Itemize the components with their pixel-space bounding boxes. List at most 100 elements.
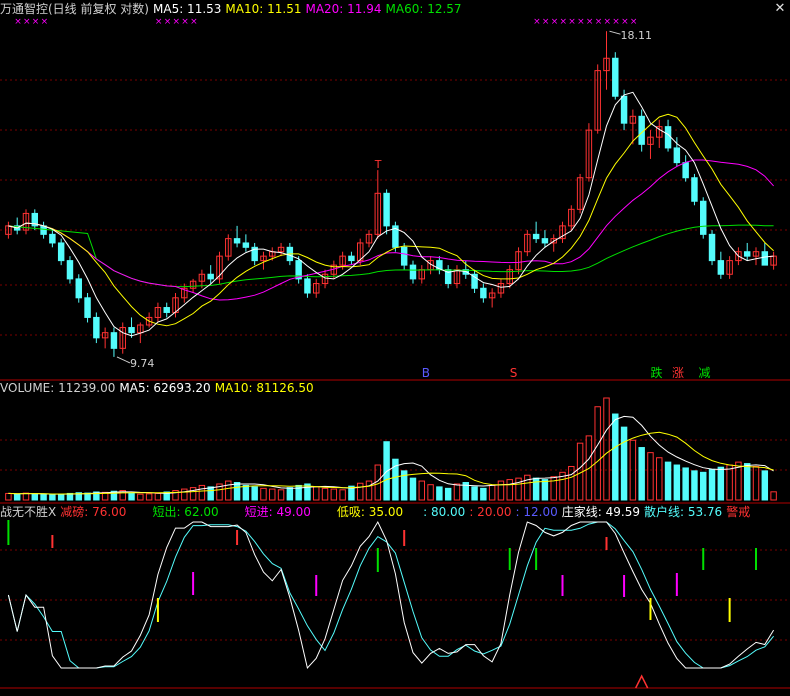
volume-bar [568,465,575,501]
stock-chart[interactable]: 18.119.74T× × × × × × × × × × × × × × × × × × × × ×跌涨减SB [0,0,790,696]
volume-bar [691,470,698,501]
signal-x-mark: × [181,17,189,27]
volume-bar [13,493,21,501]
volume-bar [656,457,663,501]
candle [717,260,725,275]
volume-bar [717,466,725,501]
volume-bar [664,461,672,501]
signal-x-mark: × [155,17,163,27]
volume-bar [418,480,426,501]
signal-x-mark: × [621,17,629,27]
volume-bar [673,464,681,501]
volume-bar [497,480,505,501]
volume-bar [40,493,47,501]
low-price-label: 9.74 [130,357,155,370]
volume-bar [207,486,214,501]
bottom-marker [634,674,649,689]
volume-ma5-line [8,415,774,495]
volume-bar [356,482,364,501]
signal-x-mark: × [190,17,198,27]
volume-bar [541,479,549,501]
signal-x-mark: × [612,17,620,27]
volume-bar [682,467,689,501]
signal-x-mark: × [14,17,22,27]
low-pointer [116,356,131,364]
candle [242,242,250,248]
volume-bar [752,465,760,501]
high-price-label: 18.11 [620,29,652,42]
volume-bar [436,486,443,501]
signal-b: B [422,366,430,380]
volume-bar [313,486,320,501]
volume-bar [603,397,610,501]
volume-bar [233,482,241,501]
volume-bar [612,413,619,501]
candle [532,233,540,240]
signal-die: 跌 [650,365,662,380]
t-marker: T [374,158,382,171]
candle [700,200,707,235]
candle [75,278,82,299]
volume-bar [620,426,628,501]
high-pointer [609,30,621,35]
candle [743,251,751,257]
candle [233,238,241,244]
signal-x-mark: × [542,17,550,27]
signal-x-mark: × [533,17,541,27]
candle [57,242,65,262]
volume-bar [225,480,232,501]
candle [163,307,170,313]
signal-x-mark: × [41,17,49,27]
dealer-line [7,520,775,670]
signal-x-mark: × [551,17,559,27]
volume-bar [506,479,513,501]
signal-x-mark: × [603,17,611,27]
candle [761,251,769,266]
volume-bar [242,484,250,501]
candle [480,287,487,299]
volume-bar [128,492,135,501]
ma5-line [8,91,774,337]
volume-bar [647,452,654,501]
signal-x-mark: × [164,17,172,27]
candle [708,233,716,262]
signal-x-mark: × [560,17,568,27]
candle [383,192,390,227]
volume-bar [5,492,12,501]
candle [682,162,689,179]
volume-bar [154,492,162,501]
candle [348,255,355,262]
volume-bar [49,494,56,501]
candle [110,332,118,349]
candle [93,316,100,339]
volume-bar [471,486,478,501]
volume-bar [700,471,707,501]
signal-s: S [510,366,518,380]
volume-bar [480,487,487,501]
candle [207,273,214,280]
volume-bar [427,484,434,501]
volume-bar [524,474,531,501]
volume-bar [453,483,461,501]
volume-bar [761,470,769,501]
volume-bar [770,491,777,501]
signal-x-mark: × [173,17,181,27]
volume-bar [31,493,39,501]
volume-bar [181,488,188,501]
volume-bar [594,406,601,501]
volume-bar [57,493,65,501]
candle [664,126,672,149]
volume-bar [409,477,417,501]
candle [304,278,311,294]
volume-bar [145,493,153,501]
volume-bar [743,463,751,501]
candle [409,264,417,280]
signal-zhang: 涨 [672,365,684,380]
volume-bar [488,484,496,501]
signal-x-mark: × [630,17,638,27]
volume-bar [260,487,267,501]
candle [673,147,681,164]
volume-bar [330,488,338,501]
signal-x-mark: × [23,17,31,27]
signal-x-mark: × [568,17,576,27]
